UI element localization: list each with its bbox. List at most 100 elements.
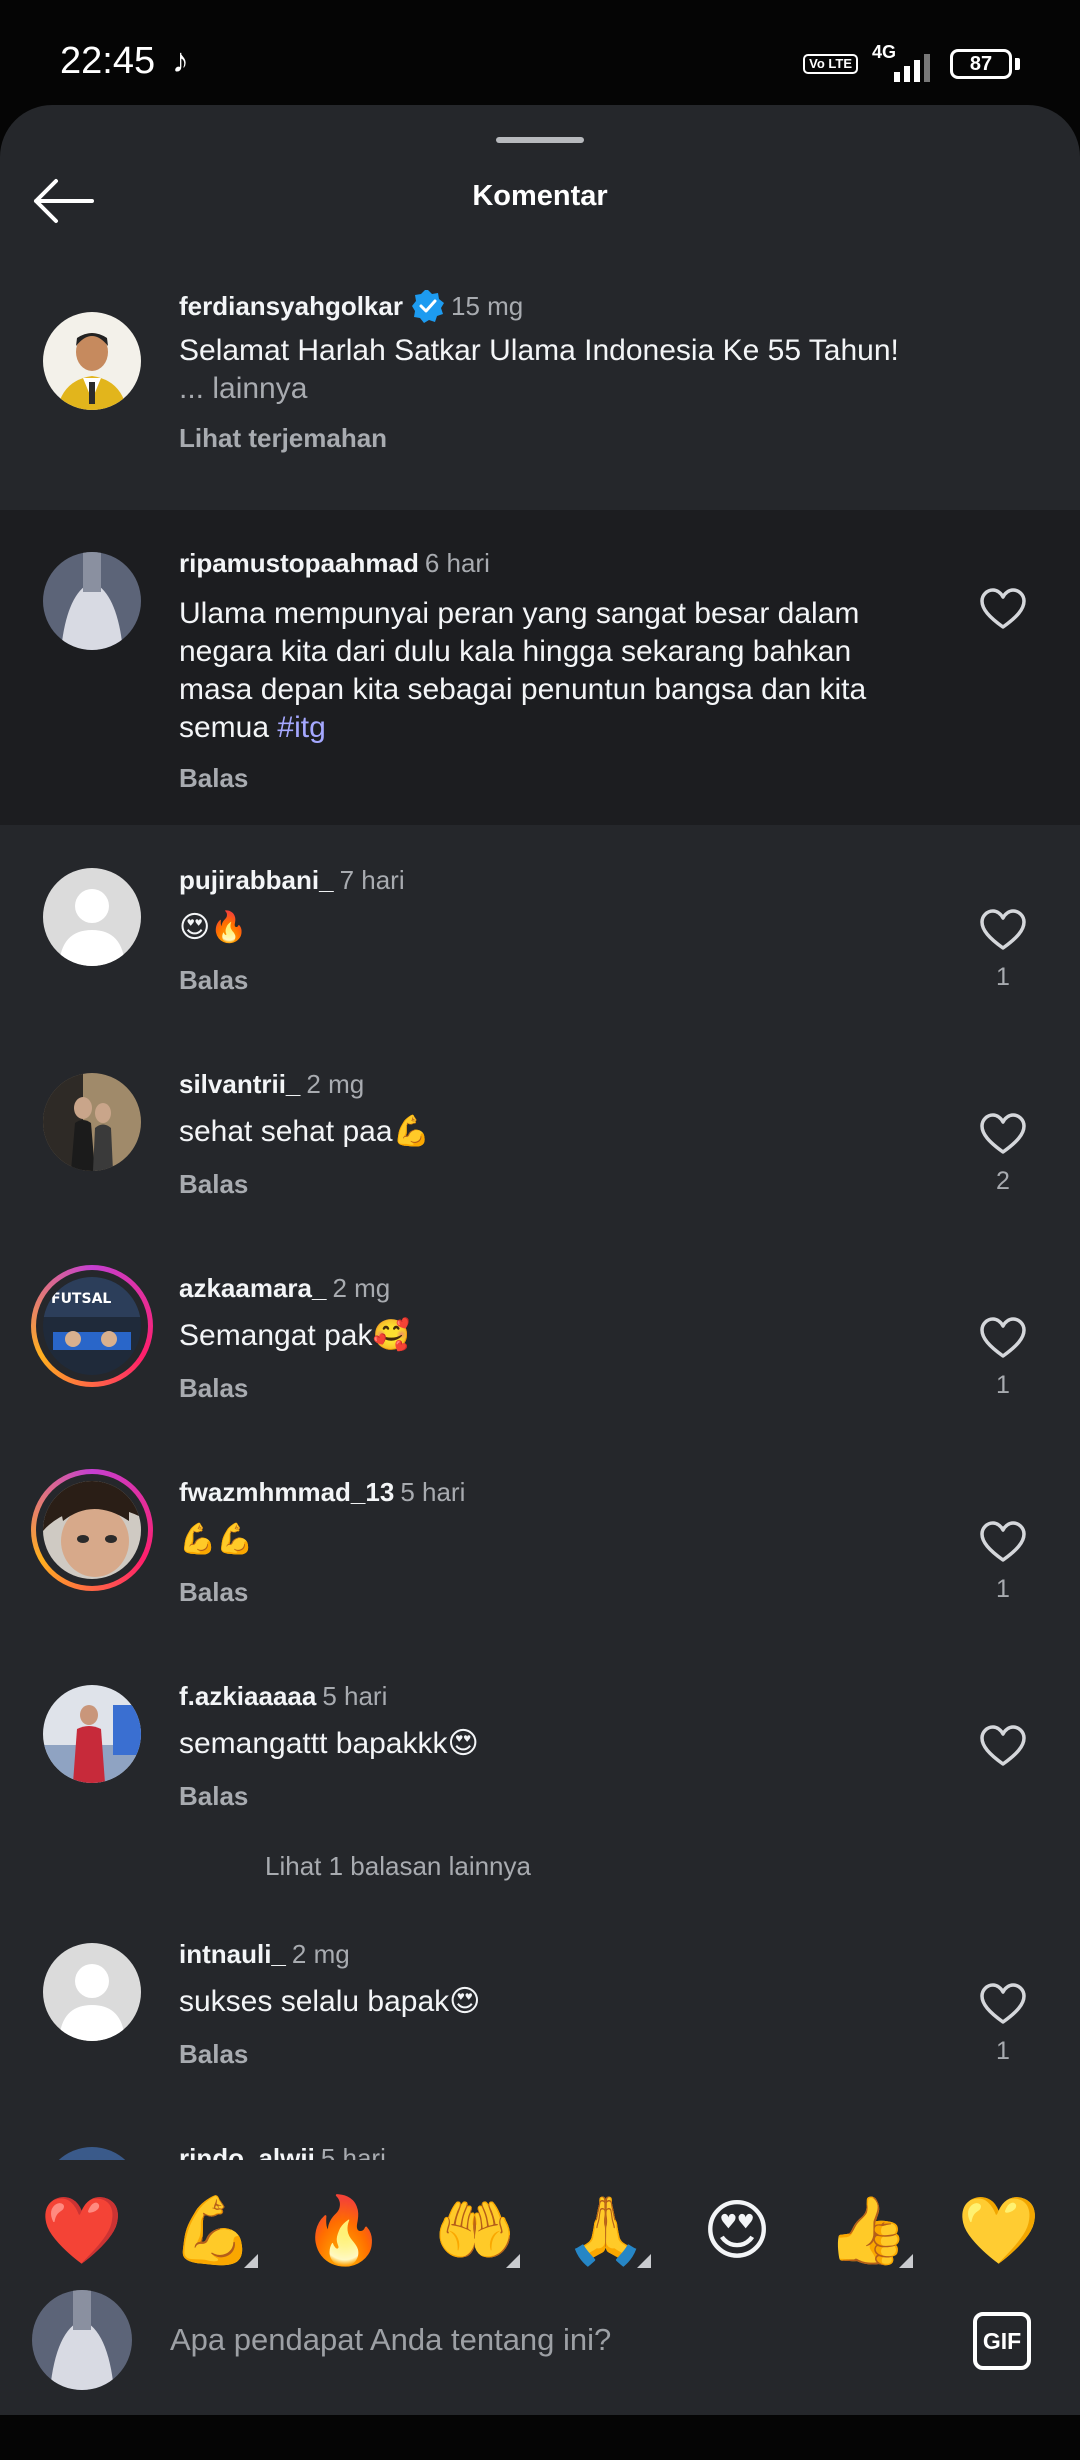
comment-text: semangattt bapakkk😍 [179, 1727, 479, 1760]
story-ring[interactable] [31, 1469, 153, 1591]
system-navigation-bar [0, 2415, 1080, 2460]
comment-text: 💪💪 [179, 1523, 254, 1556]
comment-time: 6 hari [424, 548, 490, 578]
reply-button[interactable]: Balas [179, 1373, 248, 1404]
post-caption: ferdiansyahgolkar 15 mg Selamat Harlah Sa… [0, 265, 1080, 510]
view-more-replies-link[interactable]: Lihat 1 balasan lainnya [265, 1851, 531, 1882]
comment-username[interactable]: intnauli_ [179, 1939, 286, 1969]
reply-button[interactable]: Balas [179, 1577, 248, 1608]
tiktok-notification-icon: ♪ [172, 42, 189, 80]
comment-header: pujirabbani_ 7 hari [179, 865, 405, 896]
like-heart-icon[interactable] [979, 1316, 1027, 1360]
comment-username[interactable]: silvantrii_ [179, 1069, 300, 1099]
comment-time: 2 mg [332, 1273, 391, 1303]
skin-tone-indicator [244, 2254, 258, 2268]
reply-button[interactable]: Balas [179, 965, 248, 996]
like-heart-icon[interactable] [979, 1982, 1027, 2026]
hashtag-link[interactable]: #itg [277, 711, 325, 744]
avatar[interactable] [43, 312, 141, 410]
comment-text: Ulama mempunyai peran yang sangat besar … [179, 595, 899, 747]
avatar[interactable]: FUTSAL [43, 1277, 141, 1375]
verified-badge-icon [411, 290, 444, 323]
emoji-button[interactable]: 🔥 [299, 2180, 389, 2280]
emoji-glyph: 🙏 [564, 2193, 648, 2267]
battery-icon: 87 [950, 49, 1020, 79]
quick-emoji-bar: ❤️ 💪 🔥 🤲 🙏 😍 👍 💛 [0, 2180, 1080, 2290]
network-type-label: 4G [872, 42, 897, 62]
comment-text: sukses selalu bapak😍 [179, 1985, 481, 2018]
emoji-button[interactable]: 🙏 [561, 2180, 651, 2280]
avatar[interactable] [43, 868, 141, 966]
see-translation-link[interactable]: Lihat terjemahan [179, 423, 387, 454]
reply-button[interactable]: Balas [179, 2039, 248, 2070]
like-heart-icon[interactable] [979, 1520, 1027, 1564]
like-count: 2 [996, 1167, 1010, 1195]
status-bar: 22:45 ♪ Vo LTE 4G 87 [0, 0, 1080, 110]
caption-text: Selamat Harlah Satkar Ulama Indonesia Ke… [179, 334, 899, 367]
comment-input[interactable]: Apa pendapat Anda tentang ini? [170, 2310, 930, 2370]
volte-icon: Vo LTE [803, 54, 858, 74]
comment-time: 2 mg [291, 1939, 350, 1969]
like-heart-icon[interactable] [979, 587, 1027, 631]
avatar[interactable] [43, 1481, 141, 1579]
comment-username[interactable]: f.azkiaaaaa [179, 1681, 316, 1711]
gif-button[interactable]: GIF [973, 2312, 1031, 2370]
avatar[interactable] [43, 1073, 141, 1171]
skin-tone-indicator [899, 2254, 913, 2268]
comment-username[interactable]: pujirabbani_ [179, 865, 334, 895]
comment-time: 5 hari [400, 1477, 466, 1507]
emoji-button[interactable]: 😍 [692, 2180, 782, 2280]
like-heart-icon[interactable] [979, 1112, 1027, 1156]
comment-time: 7 hari [339, 865, 405, 895]
emoji-button[interactable]: 🤲 [430, 2180, 520, 2280]
story-ring[interactable]: FUTSAL [31, 1265, 153, 1387]
current-user-avatar [32, 2290, 132, 2390]
caption-username[interactable]: ferdiansyahgolkar 15 mg [179, 289, 523, 323]
comment-header: silvantrii_ 2 mg [179, 1069, 364, 1100]
username-text[interactable]: ferdiansyahgolkar [179, 291, 403, 321]
comment-username[interactable]: fwazmhmmad_13 [179, 1477, 394, 1507]
comment-header: ripamustopaahmad 6 hari [179, 548, 490, 579]
like-heart-icon[interactable] [979, 1724, 1027, 1768]
avatar[interactable] [43, 1943, 141, 2041]
like-count: 1 [996, 1371, 1010, 1399]
reply-button[interactable]: Balas [179, 1169, 248, 1200]
comment-time: 5 hari [322, 1681, 388, 1711]
comment-username[interactable]: azkaamara_ [179, 1273, 326, 1303]
like-heart-icon[interactable] [979, 908, 1027, 952]
like-count: 1 [996, 2037, 1010, 2065]
page-title: Komentar [472, 180, 608, 212]
comment-text: Semangat pak🥰 [179, 1319, 410, 1352]
drag-handle[interactable] [496, 137, 584, 143]
status-indicators: Vo LTE 4G 87 [803, 42, 1020, 84]
emoji-glyph: 👍 [826, 2193, 910, 2267]
emoji-button[interactable]: 💪 [168, 2180, 258, 2280]
status-time: 22:45 [60, 40, 156, 82]
reply-button[interactable]: Balas [179, 1781, 248, 1812]
comments-sheet: Komentar ferdiansyahgolkar 15 mg Selamat … [0, 105, 1080, 2415]
avatar[interactable] [43, 1685, 141, 1783]
comment-composer: ❤️ 💪 🔥 🤲 🙏 😍 👍 💛 Apa pendapat Anda tenta… [0, 2160, 1080, 2415]
like-count: 1 [996, 963, 1010, 991]
caption-time: 15 mg [450, 291, 524, 321]
comment-header: f.azkiaaaaa 5 hari [179, 1681, 387, 1712]
reply-button[interactable]: Balas [179, 763, 248, 794]
comment-username[interactable]: ripamustopaahmad [179, 548, 419, 578]
emoji-button[interactable]: 👍 [823, 2180, 913, 2280]
emoji-button[interactable]: ❤️ [37, 2180, 127, 2280]
caption-more-link[interactable]: ... lainnya [179, 370, 307, 408]
skin-tone-indicator [637, 2254, 651, 2268]
comment-text: 😍🔥 [179, 911, 248, 944]
like-count: 1 [996, 1575, 1010, 1603]
signal-icon: 4G [872, 42, 936, 82]
emoji-glyph: 🤲 [433, 2193, 517, 2267]
emoji-glyph: 💪 [171, 2193, 255, 2267]
emoji-button[interactable]: 💛 [954, 2180, 1044, 2280]
comment-time: 2 mg [306, 1069, 365, 1099]
comment-header: azkaamara_ 2 mg [179, 1273, 390, 1304]
skin-tone-indicator [506, 2254, 520, 2268]
svg-text:FUTSAL: FUTSAL [51, 1291, 111, 1307]
avatar[interactable] [43, 552, 141, 650]
comment-header: intnauli_ 2 mg [179, 1939, 350, 1970]
comment-header: fwazmhmmad_13 5 hari [179, 1477, 465, 1508]
